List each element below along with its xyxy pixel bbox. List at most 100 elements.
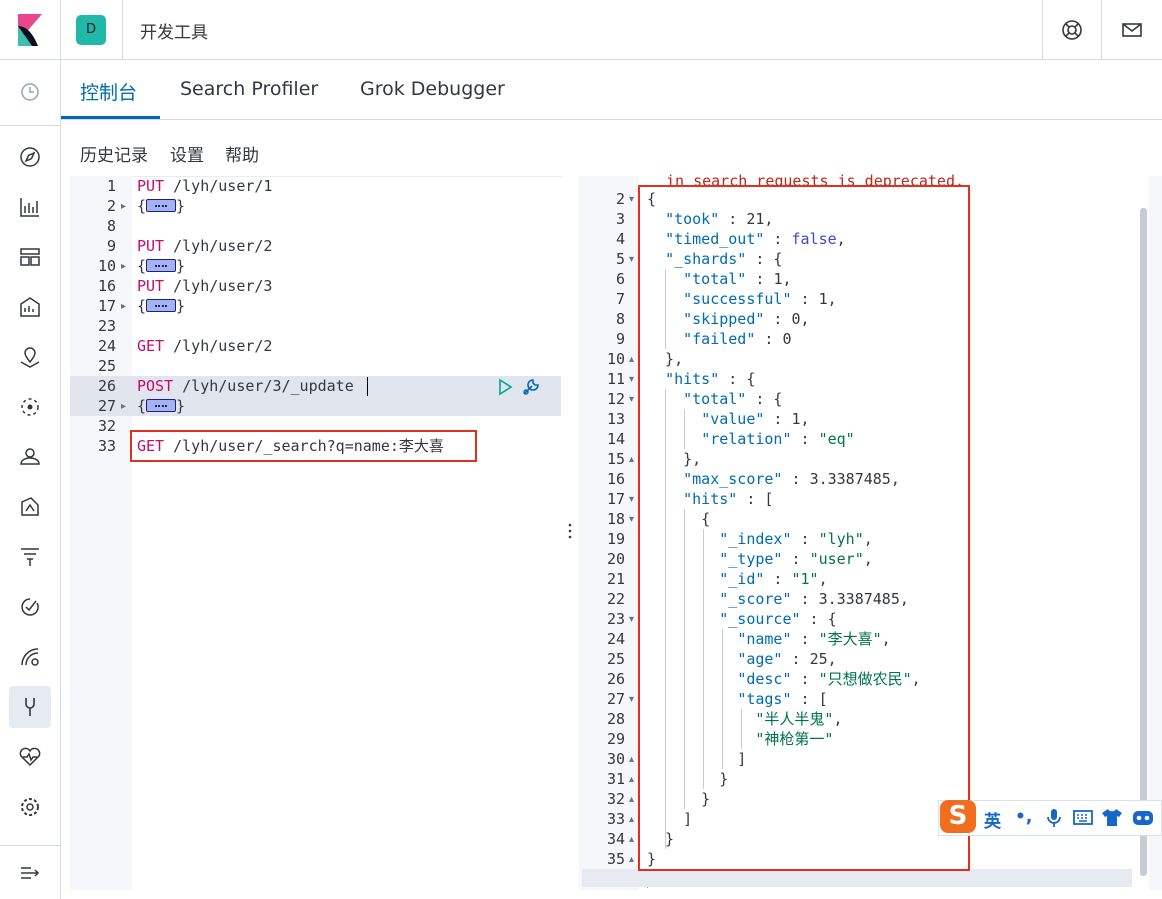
skin-shirt-icon[interactable] (1101, 808, 1123, 827)
fold-toggle-icon[interactable]: ▾ (629, 614, 634, 625)
request-line-number: 9 (106, 237, 116, 255)
request-line-number: 2 (106, 197, 116, 215)
visualize-icon[interactable] (17, 194, 43, 220)
space-avatar[interactable]: D (76, 15, 106, 45)
siem-icon[interactable] (17, 644, 43, 670)
response-line-number: 7 (615, 290, 625, 308)
request-line-number: 24 (97, 337, 116, 355)
fold-toggle-icon[interactable]: ▾ (629, 694, 634, 705)
request-line[interactable]: {} (137, 196, 185, 216)
request-line-number: 25 (97, 357, 116, 375)
http-method: PUT (137, 177, 165, 195)
sogou-logo-icon[interactable]: S (940, 800, 976, 833)
request-line[interactable]: {} (137, 396, 185, 416)
dev-tools-icon[interactable] (17, 694, 43, 720)
fold-toggle-icon[interactable]: ▴ (629, 754, 634, 765)
nav-divider (0, 125, 60, 126)
top-header: D 开发工具 (0, 0, 1162, 60)
ime-punct-toggle[interactable]: •, (1015, 807, 1032, 827)
response-line-number: 22 (606, 590, 625, 608)
collapse-menu-icon[interactable] (17, 860, 43, 886)
request-line[interactable]: PUT /lyh/user/2 (137, 236, 272, 256)
vertical-scrollbar[interactable] (1140, 208, 1147, 876)
fold-toggle-icon[interactable]: ▾ (629, 254, 634, 265)
maps-icon[interactable] (17, 344, 43, 370)
response-line-number: 16 (606, 470, 625, 488)
fold-toggle-icon[interactable]: ▾ (629, 194, 634, 205)
request-line[interactable]: PUT /lyh/user/3 (137, 276, 272, 296)
collapsed-body-icon[interactable] (146, 398, 177, 412)
response-line-number: 12 (606, 390, 625, 408)
ime-lang-toggle[interactable]: 英 (984, 807, 1001, 832)
keyboard-icon[interactable] (1073, 809, 1093, 826)
fold-toggle-icon[interactable]: ▾ (629, 394, 634, 405)
tab-console[interactable]: 控制台 (80, 78, 137, 105)
response-line-number: 13 (606, 410, 625, 428)
canvas-icon[interactable] (17, 294, 43, 320)
response-line-number: 15 (606, 450, 625, 468)
dashboard-icon[interactable] (17, 244, 43, 270)
side-navigation (0, 60, 61, 899)
collapsed-body-icon[interactable] (146, 258, 177, 272)
horizontal-scrollbar[interactable] (582, 869, 1132, 887)
request-line[interactable]: POST /lyh/user/3/_update (137, 376, 354, 396)
tab-grok-debugger[interactable]: Grok Debugger (360, 78, 505, 100)
response-line-number: 28 (606, 710, 625, 728)
kibana-logo-icon[interactable] (16, 14, 44, 46)
help-icon[interactable] (1060, 18, 1084, 42)
ml-icon[interactable] (17, 394, 43, 420)
collapsed-body-icon[interactable] (146, 198, 177, 212)
compass-icon[interactable] (17, 144, 43, 170)
uptime-icon[interactable] (17, 594, 43, 620)
fold-toggle-icon[interactable]: ▾ (629, 494, 634, 505)
metrics-icon[interactable] (17, 444, 43, 470)
fold-toggle-icon[interactable]: ▴ (629, 834, 634, 845)
fold-toggle-icon[interactable]: ▸ (121, 301, 126, 312)
fold-toggle-icon[interactable]: ▴ (629, 794, 634, 805)
response-line-number: 26 (606, 670, 625, 688)
fold-toggle-icon[interactable]: ▸ (121, 261, 126, 272)
collapsed-body-icon[interactable] (146, 298, 177, 312)
menu-help[interactable]: 帮助 (225, 141, 259, 166)
breadcrumb: 开发工具 (140, 23, 208, 43)
apm-icon[interactable] (17, 544, 43, 570)
text-cursor (367, 377, 368, 396)
fold-toggle-icon[interactable]: ▸ (121, 201, 126, 212)
wrench-icon[interactable] (520, 376, 542, 398)
request-path: /lyh/user/1 (164, 177, 273, 195)
tab-search-profiler[interactable]: Search Profiler (180, 78, 318, 100)
header-divider (1042, 0, 1043, 60)
monitoring-icon[interactable] (17, 744, 43, 770)
http-method: POST (137, 377, 174, 395)
fold-toggle-icon[interactable]: ▴ (629, 454, 634, 465)
request-line-number: 32 (97, 417, 116, 435)
request-line[interactable]: {} (137, 256, 185, 276)
fold-toggle-icon[interactable]: ▾ (629, 374, 634, 385)
microphone-icon[interactable] (1045, 808, 1063, 828)
menu-settings[interactable]: 设置 (170, 141, 204, 166)
request-line-number: 33 (97, 437, 116, 455)
fold-toggle-icon[interactable]: ▸ (121, 401, 126, 412)
fold-toggle-icon[interactable]: ▾ (629, 514, 634, 525)
fold-toggle-icon[interactable]: ▴ (629, 814, 634, 825)
http-method: GET (137, 337, 165, 355)
drag-handle-icon[interactable] (568, 523, 572, 539)
request-line[interactable]: {} (137, 296, 185, 316)
response-line-number: 35 (606, 850, 625, 868)
logs-icon[interactable] (17, 494, 43, 520)
response-line-number: 9 (615, 330, 625, 348)
mail-icon[interactable] (1120, 18, 1144, 42)
request-line[interactable]: GET /lyh/user/2 (137, 336, 272, 356)
response-line-number: 5 (615, 250, 625, 268)
menu-history[interactable]: 历史记录 (80, 141, 148, 166)
fold-toggle-icon[interactable]: ▴ (629, 854, 634, 865)
play-icon[interactable] (497, 378, 513, 396)
request-line[interactable]: PUT /lyh/user/1 (137, 176, 272, 196)
fold-toggle-icon[interactable]: ▴ (629, 774, 634, 785)
toolbox-icon[interactable] (1131, 808, 1155, 827)
clock-icon[interactable] (17, 79, 43, 105)
fold-toggle-icon[interactable]: ▴ (629, 354, 634, 365)
response-line-number: 29 (606, 730, 625, 748)
response-line-number: 25 (606, 650, 625, 668)
gear-icon[interactable] (17, 794, 43, 820)
